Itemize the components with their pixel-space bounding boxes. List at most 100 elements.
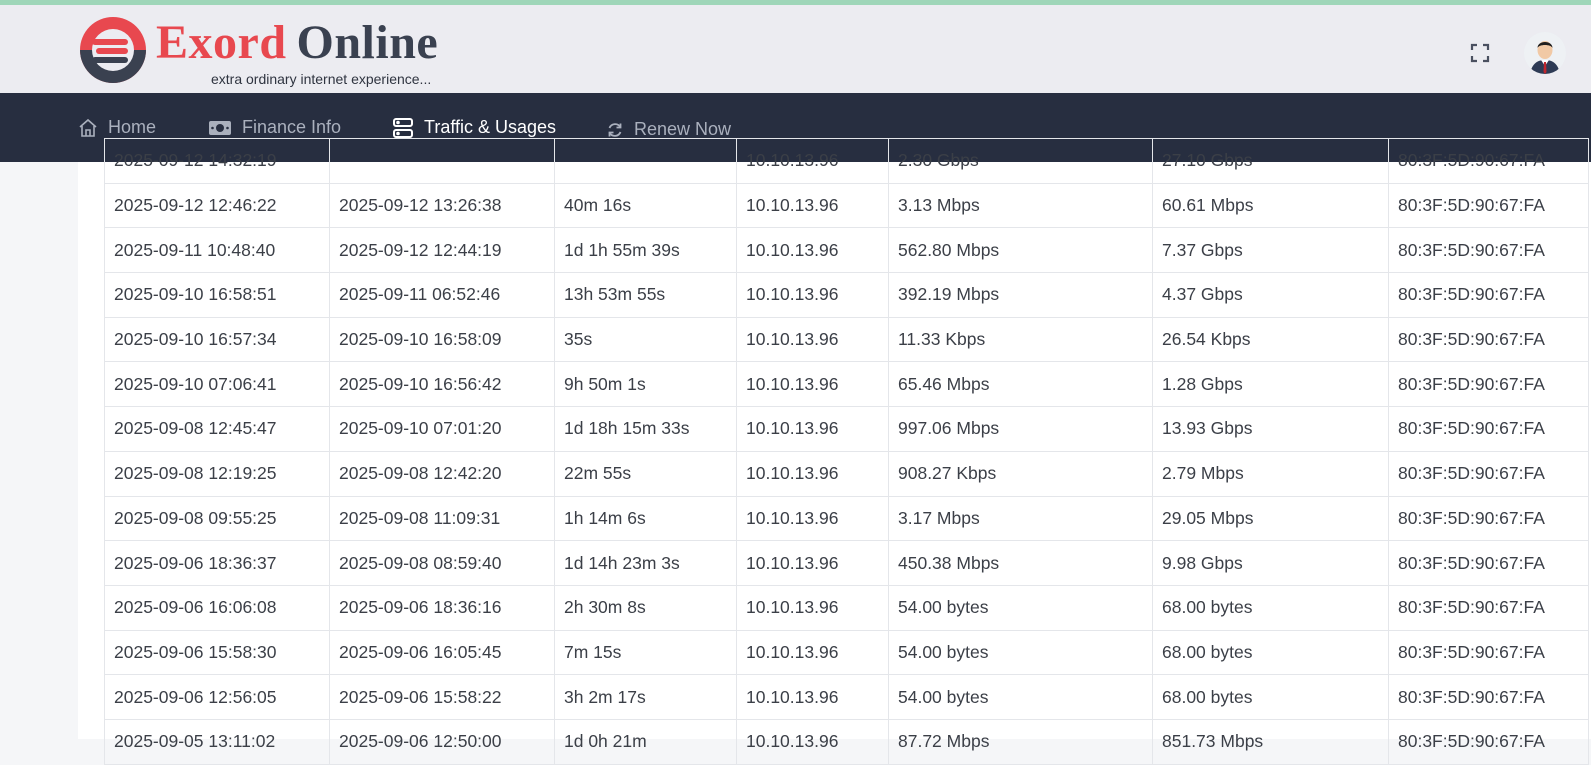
duration-cell: 1d 18h 15m 33s bbox=[554, 406, 737, 452]
download-cell: 4.37 Gbps bbox=[1152, 272, 1389, 318]
brand-word-2: Online bbox=[296, 16, 439, 69]
table-row: 2025-09-12 12:46:22 2025-09-12 13:26:38 40… bbox=[104, 182, 1589, 229]
start-time-cell: 2025-09-06 16:06:08 bbox=[104, 584, 330, 631]
mac-address-cell: 80:3F:5D:90:67:FA bbox=[1388, 718, 1589, 765]
download-cell: 9.98 Gbps bbox=[1152, 540, 1389, 586]
mac-address-cell: 80:3F:5D:90:67:FA bbox=[1388, 495, 1589, 542]
upload-cell: 11.33 Kbps bbox=[888, 316, 1153, 363]
start-time-cell: 2025-09-08 09:55:25 bbox=[104, 495, 330, 542]
end-time-cell: 2025-09-10 07:01:20 bbox=[329, 406, 555, 452]
ip-address-cell: 10.10.13.96 bbox=[736, 406, 889, 452]
duration-cell: 7m 15s bbox=[554, 629, 737, 676]
brand-tagline: extra ordinary internet experience... bbox=[211, 71, 432, 87]
duration-cell: 2h 30m 8s bbox=[554, 584, 737, 631]
end-time-cell: 2025-09-08 12:42:20 bbox=[329, 450, 555, 497]
brand-name: Exord Online bbox=[156, 19, 438, 67]
end-time-cell: 2025-09-11 06:52:46 bbox=[329, 272, 555, 318]
download-cell: 29.05 Mbps bbox=[1152, 495, 1389, 542]
ip-address-cell: 10.10.13.96 bbox=[736, 718, 889, 765]
ip-address-cell: 10.10.13.96 bbox=[736, 227, 889, 274]
end-time-cell: 2025-09-12 13:26:38 bbox=[329, 182, 555, 229]
start-time-cell: 2025-09-10 16:58:51 bbox=[104, 272, 330, 318]
start-time-cell: 2025-09-06 12:56:05 bbox=[104, 674, 330, 720]
upload-cell: 3.13 Mbps bbox=[888, 182, 1153, 229]
start-time-cell: 2025-09-08 12:45:47 bbox=[104, 406, 330, 452]
upload-cell: 87.72 Mbps bbox=[888, 718, 1153, 765]
mac-address-cell: 80:3F:5D:90:67:FA bbox=[1388, 584, 1589, 631]
start-time-cell: 2025-09-12 14:32:19 bbox=[104, 138, 330, 184]
duration-cell: 40m 16s bbox=[554, 182, 737, 229]
ip-address-cell: 10.10.13.96 bbox=[736, 361, 889, 408]
logo-mark-icon bbox=[80, 17, 146, 83]
table-row: 2025-09-08 09:55:25 2025-09-08 11:09:31 1h… bbox=[104, 495, 1589, 542]
end-time-cell: 2025-09-06 15:58:22 bbox=[329, 674, 555, 720]
duration-cell: 1h 14m 6s bbox=[554, 495, 737, 542]
mac-address-cell: 80:3F:5D:90:67:FA bbox=[1388, 272, 1589, 318]
end-time-cell: 2025-09-06 18:36:16 bbox=[329, 584, 555, 631]
mac-address-cell: 80:3F:5D:90:67:FA bbox=[1388, 674, 1589, 720]
start-time-cell: 2025-09-10 07:06:41 bbox=[104, 361, 330, 408]
end-time-cell bbox=[329, 138, 555, 184]
mac-address-cell: 80:3F:5D:90:67:FA bbox=[1388, 316, 1589, 363]
mac-address-cell: 80:3F:5D:90:67:FA bbox=[1388, 227, 1589, 274]
table-row: 2025-09-10 16:58:51 2025-09-11 06:52:46 13… bbox=[104, 272, 1589, 318]
download-cell: 68.00 bytes bbox=[1152, 629, 1389, 676]
brand-logo[interactable]: Exord Online extra ordinary internet expe… bbox=[78, 15, 498, 91]
mac-address-cell: 80:3F:5D:90:67:FA bbox=[1388, 450, 1589, 497]
table-row: 2025-09-06 12:56:05 2025-09-06 15:58:22 3h… bbox=[104, 674, 1589, 720]
ip-address-cell: 10.10.13.96 bbox=[736, 674, 889, 720]
ip-address-cell: 10.10.13.96 bbox=[736, 540, 889, 586]
nav-finance-label: Finance Info bbox=[242, 117, 342, 137]
table-row: 2025-09-08 12:19:25 2025-09-08 12:42:20 22… bbox=[104, 450, 1589, 497]
nav-traffic-label: Traffic & Usages bbox=[424, 117, 557, 137]
mac-address-cell: 80:3F:5D:90:67:FA bbox=[1388, 182, 1589, 229]
end-time-cell: 2025-09-10 16:58:09 bbox=[329, 316, 555, 363]
duration-cell: 9h 50m 1s bbox=[554, 361, 737, 408]
upload-cell: 562.80 Mbps bbox=[888, 227, 1153, 274]
download-cell: 851.73 Mbps bbox=[1152, 718, 1389, 765]
table-row: 2025-09-06 16:06:08 2025-09-06 18:36:16 2h… bbox=[104, 584, 1589, 631]
table-row: 2025-09-10 07:06:41 2025-09-10 16:56:42 9h… bbox=[104, 361, 1589, 408]
upload-cell: 450.38 Mbps bbox=[888, 540, 1153, 586]
table-row: 2025-09-06 15:58:30 2025-09-06 16:05:45 7m… bbox=[104, 629, 1589, 676]
table-body: 2025-09-12 14:32:19 10.10.13.96 2.30 Gbps 2… bbox=[104, 138, 1589, 765]
duration-cell: 1d 1h 55m 39s bbox=[554, 227, 737, 274]
upload-cell: 54.00 bytes bbox=[888, 674, 1153, 720]
money-icon bbox=[209, 120, 231, 135]
start-time-cell: 2025-09-06 15:58:30 bbox=[104, 629, 330, 676]
start-time-cell: 2025-09-06 18:36:37 bbox=[104, 540, 330, 586]
start-time-cell: 2025-09-11 10:48:40 bbox=[104, 227, 330, 274]
upload-cell: 997.06 Mbps bbox=[888, 406, 1153, 452]
download-cell: 7.37 Gbps bbox=[1152, 227, 1389, 274]
download-cell: 27.10 Gbps bbox=[1152, 138, 1389, 184]
home-icon bbox=[79, 118, 97, 137]
user-avatar[interactable] bbox=[1524, 32, 1566, 74]
table-row: 2025-09-08 12:45:47 2025-09-10 07:01:20 1d… bbox=[104, 406, 1589, 452]
duration-cell: 22m 55s bbox=[554, 450, 737, 497]
ip-address-cell: 10.10.13.96 bbox=[736, 450, 889, 497]
ip-address-cell: 10.10.13.96 bbox=[736, 272, 889, 318]
upload-cell: 2.30 Gbps bbox=[888, 138, 1153, 184]
mac-address-cell: 80:3F:5D:90:67:FA bbox=[1388, 406, 1589, 452]
table-row: 2025-09-06 18:36:37 2025-09-08 08:59:40 1d… bbox=[104, 540, 1589, 586]
ip-address-cell: 10.10.13.96 bbox=[736, 316, 889, 363]
upload-cell: 392.19 Mbps bbox=[888, 272, 1153, 318]
end-time-cell: 2025-09-06 12:50:00 bbox=[329, 718, 555, 765]
end-time-cell: 2025-09-10 16:56:42 bbox=[329, 361, 555, 408]
start-time-cell: 2025-09-05 13:11:02 bbox=[104, 718, 330, 765]
upload-cell: 54.00 bytes bbox=[888, 584, 1153, 631]
download-cell: 68.00 bytes bbox=[1152, 584, 1389, 631]
duration-cell: 35s bbox=[554, 316, 737, 363]
upload-cell: 3.17 Mbps bbox=[888, 495, 1153, 542]
fullscreen-icon[interactable] bbox=[1470, 43, 1490, 63]
duration-cell: 3h 2m 17s bbox=[554, 674, 737, 720]
download-cell: 68.00 bytes bbox=[1152, 674, 1389, 720]
upload-cell: 54.00 bytes bbox=[888, 629, 1153, 676]
traffic-usage-table: 2025-09-12 14:32:19 10.10.13.96 2.30 Gbps 2… bbox=[104, 138, 1589, 765]
upload-cell: 65.46 Mbps bbox=[888, 361, 1153, 408]
start-time-cell: 2025-09-10 16:57:34 bbox=[104, 316, 330, 363]
ip-address-cell: 10.10.13.96 bbox=[736, 138, 889, 184]
ip-address-cell: 10.10.13.96 bbox=[736, 495, 889, 542]
end-time-cell: 2025-09-06 16:05:45 bbox=[329, 629, 555, 676]
download-cell: 2.79 Mbps bbox=[1152, 450, 1389, 497]
